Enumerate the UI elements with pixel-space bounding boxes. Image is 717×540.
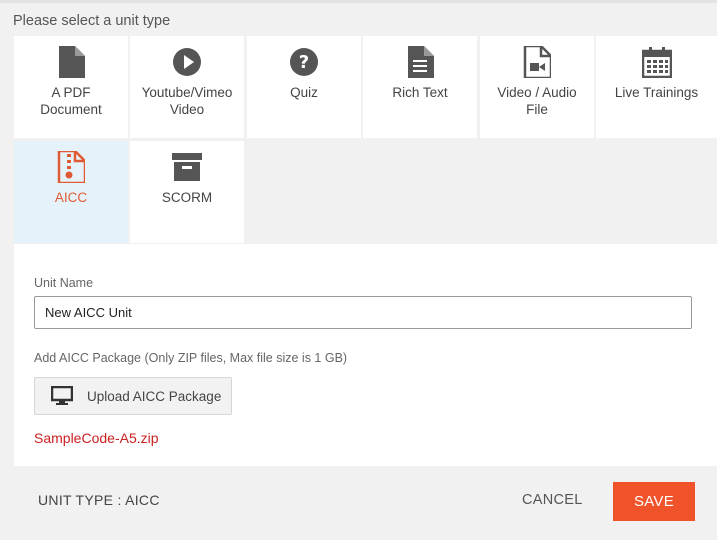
unit-type-aicc-tile[interactable]: AICC (14, 141, 128, 243)
monitor-icon (51, 386, 73, 406)
upload-button-label: Upload AICC Package (87, 388, 222, 404)
unit-type-label: SCORM (161, 190, 213, 205)
archive-box-icon (171, 151, 203, 183)
unit-type-label: Quiz (290, 85, 318, 100)
unit-type-label: A PDF Document (36, 84, 106, 118)
unit-type-label: Rich Text (392, 85, 448, 100)
unit-type-rich-text-tile[interactable]: Rich Text (363, 36, 477, 138)
unit-type-label: Youtube/Vimeo Video (141, 85, 233, 117)
rich-text-icon (406, 46, 434, 78)
unit-type-live-training-tile[interactable]: Live Trainings (596, 36, 717, 138)
unit-form-panel: Unit Name Add AICC Package (Only ZIP fil… (14, 244, 717, 466)
unit-name-input[interactable] (34, 296, 692, 329)
video-file-icon (523, 46, 551, 78)
unit-type-label: AICC (54, 190, 88, 205)
unit-type-video-audio-tile[interactable]: Video / Audio File (480, 36, 594, 138)
unit-type-indicator: UNIT TYPE : AICC (38, 492, 160, 508)
unit-type-scorm-tile[interactable]: SCORM (130, 141, 244, 243)
svg-text:?: ? (299, 52, 309, 73)
unit-type-video-tile[interactable]: Youtube/Vimeo Video (130, 36, 244, 138)
unit-type-quiz-tile[interactable]: ? Quiz (247, 36, 361, 138)
upload-aicc-package-button[interactable]: Upload AICC Package (34, 377, 232, 415)
top-divider (0, 0, 717, 3)
unit-type-label-line-1: A PDF Document (40, 85, 102, 117)
unit-type-label: Video / Audio File (497, 85, 577, 117)
save-button[interactable]: SAVE (613, 482, 695, 521)
page-heading: Please select a unit type (13, 13, 171, 29)
play-icon (172, 46, 202, 78)
question-icon: ? (289, 46, 319, 78)
pdf-document-icon (57, 46, 85, 78)
uploaded-file-name: SampleCode-A5.zip (34, 430, 159, 446)
calendar-icon (641, 46, 672, 78)
form-footer: UNIT TYPE : AICC CANCEL SAVE (14, 466, 717, 540)
unit-type-pdf-tile[interactable]: A PDF Document (14, 36, 128, 138)
unit-name-label: Unit Name (34, 276, 94, 290)
zip-file-icon (57, 151, 85, 183)
unit-type-label: Live Trainings (614, 85, 699, 100)
package-label: Add AICC Package (Only ZIP files, Max fi… (34, 351, 348, 365)
cancel-button[interactable]: CANCEL (522, 492, 583, 508)
